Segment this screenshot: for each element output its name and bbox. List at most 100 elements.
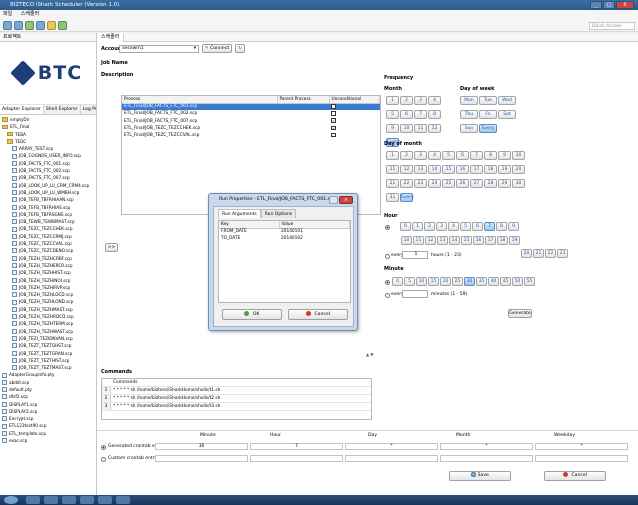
cancel-button[interactable]: Cancel <box>544 471 606 481</box>
day-of-month-button[interactable]: 8 <box>484 151 497 160</box>
maximize-button[interactable]: □ <box>603 1 615 9</box>
custom-minute-input[interactable] <box>155 455 248 462</box>
tree-item[interactable]: DISPLAY1.scp <box>0 401 96 408</box>
custom-hour-input[interactable] <box>250 455 343 462</box>
hour-specific-radio[interactable] <box>385 225 390 230</box>
minute-button[interactable]: 30 <box>464 277 475 286</box>
day-of-month-button[interactable]: 30 <box>512 179 525 188</box>
month-button[interactable]: 12 <box>428 124 441 133</box>
tree-item[interactable]: JOB_TEZH_TEZHLOCD.scp <box>0 291 96 298</box>
day-of-month-button[interactable]: 6 <box>456 151 469 160</box>
hour-button[interactable]: 11 <box>413 236 424 245</box>
minute-specific-radio[interactable] <box>385 280 390 285</box>
hour-button[interactable]: 12 <box>425 236 436 245</box>
custom-weekday-input[interactable] <box>535 455 628 462</box>
tree-item[interactable]: JOB_TEZT_TEZTGRAN.scp <box>0 350 96 357</box>
month-button[interactable]: 5 <box>386 110 399 119</box>
command-row[interactable]: 3 * * * * * sh /home/biztero/iSharkHome/s… <box>102 403 371 411</box>
minute-every-input[interactable] <box>402 290 428 298</box>
day-of-month-button[interactable]: 9 <box>498 151 511 160</box>
minute-button[interactable]: 50 <box>512 277 523 286</box>
generate-button[interactable]: Generate <box>508 309 532 318</box>
day-of-month-button[interactable]: 5 <box>442 151 455 160</box>
day-of-month-button[interactable]: 24 <box>428 179 441 188</box>
hour-button[interactable]: 22 <box>545 249 556 258</box>
day-of-month-button[interactable]: 7 <box>470 151 483 160</box>
quick-access-input[interactable]: Quick Access <box>589 22 635 30</box>
minute-button[interactable]: 40 <box>488 277 499 286</box>
splitter-handle[interactable]: ▲ ▼ <box>366 352 373 357</box>
hour-button[interactable]: 20 <box>521 249 532 258</box>
tree-item[interactable]: JOB_TEFB_TBFRHIAS.scp <box>0 204 96 211</box>
tree-item[interactable]: JOB_TEZC_TEZCCHEK.scp <box>0 225 96 232</box>
argument-row[interactable]: FROM_DATE 20140101 <box>219 228 350 235</box>
tree-item[interactable]: JOB_TEZT_TEZTGHST.scp <box>0 342 96 349</box>
menu-file[interactable]: 파일 <box>3 11 12 17</box>
day-of-month-button[interactable]: 22 <box>400 179 413 188</box>
tree-item[interactable]: ETL_template.scp <box>0 430 96 437</box>
day-of-month-button[interactable]: Every <box>400 193 414 202</box>
refresh-icon[interactable] <box>36 20 45 30</box>
tree-item[interactable]: abddl.scp <box>0 379 96 386</box>
day-of-month-button[interactable]: 31 <box>386 193 399 202</box>
tree-item[interactable]: Encrypt.scp <box>0 415 96 422</box>
hour-every-input[interactable]: 1 <box>402 251 428 259</box>
close-button[interactable]: X <box>616 1 634 9</box>
schedule-icon[interactable] <box>58 20 67 30</box>
hour-button[interactable]: 6 <box>472 222 483 231</box>
unconditional-checkbox[interactable] <box>331 132 336 138</box>
tree-item[interactable]: ETL123test90.scp <box>0 422 96 429</box>
tree-item[interactable]: JOB_TEZH_TEZHLOND.scp <box>0 298 96 305</box>
tree-item[interactable]: JOB_TEZH_TEZHTERM.scp <box>0 320 96 327</box>
minute-button[interactable]: 0 <box>392 277 403 286</box>
commands-table[interactable]: Commands 1 * * * * * sh /home/biztero/iSh… <box>101 378 372 420</box>
minute-button[interactable]: 20 <box>440 277 451 286</box>
dialog-ok-button[interactable]: OK <box>222 309 282 320</box>
tree-item[interactable]: JOB_TEFB_TBFRHIAAN.scp <box>0 196 96 203</box>
folder-icon[interactable] <box>47 20 56 30</box>
argument-row[interactable]: TO_DATE 20140102 <box>219 235 350 242</box>
tree-item[interactable]: TEDC <box>0 138 96 145</box>
day-of-month-button[interactable]: 26 <box>456 179 469 188</box>
new-icon[interactable] <box>3 20 12 30</box>
tree-item[interactable]: exac.scp <box>0 437 96 444</box>
day-of-month-button[interactable]: 18 <box>484 165 497 174</box>
hour-button[interactable]: 16 <box>473 236 484 245</box>
command-row[interactable]: 1 * * * * * sh /home/biztero/iSharkHome/s… <box>102 387 371 395</box>
tree-item[interactable]: default.pty <box>0 386 96 393</box>
day-of-month-button[interactable]: 29 <box>498 179 511 188</box>
tree-item[interactable]: emptyDir <box>0 116 96 123</box>
hour-button[interactable]: 7 <box>484 222 495 231</box>
minute-button[interactable]: 5 <box>404 277 415 286</box>
tree-item[interactable]: JOB_TEZC_TEZCCRMJ.scp <box>0 233 96 240</box>
month-button[interactable]: 4 <box>428 96 441 105</box>
day-of-week-button[interactable]: Every <box>479 124 497 133</box>
tab-run-options[interactable]: Run Options <box>260 209 297 218</box>
dialog-close-button[interactable]: × <box>339 196 353 204</box>
month-button[interactable]: 9 <box>386 124 399 133</box>
start-button[interactable] <box>4 496 18 504</box>
hour-button[interactable]: 14 <box>449 236 460 245</box>
custom-day-input[interactable] <box>345 455 438 462</box>
hour-button[interactable]: 19 <box>509 236 520 245</box>
hour-button[interactable]: 3 <box>436 222 447 231</box>
month-button[interactable]: 2 <box>400 96 413 105</box>
tab-run-arguments[interactable]: Run Arguments <box>218 209 261 218</box>
day-of-month-button[interactable]: 16 <box>456 165 469 174</box>
minimize-button[interactable]: _ <box>590 1 602 9</box>
tree-item[interactable]: JOB_TEZH_TEZHERCR.scp <box>0 262 96 269</box>
connect-button[interactable]: ✎ Connect <box>202 44 232 53</box>
tree-item[interactable]: JOB_LOOK_UP_LU_WMBH.scp <box>0 189 96 196</box>
day-of-month-button[interactable]: 23 <box>414 179 427 188</box>
unconditional-checkbox[interactable] <box>331 111 336 116</box>
day-of-month-button[interactable]: 20 <box>512 165 525 174</box>
taskbar-app-6[interactable] <box>116 496 130 504</box>
dialog-cancel-button[interactable]: Cancel <box>288 309 348 320</box>
day-of-month-button[interactable]: 13 <box>414 165 427 174</box>
hour-button[interactable]: 13 <box>437 236 448 245</box>
day-of-month-button[interactable]: 28 <box>484 179 497 188</box>
day-of-month-button[interactable]: 15 <box>442 165 455 174</box>
day-of-month-button[interactable]: 27 <box>470 179 483 188</box>
day-of-month-button[interactable]: 14 <box>428 165 441 174</box>
tree-item[interactable]: JOB_LOOK_UP_LU_CRM_CRM4.scp <box>0 182 96 189</box>
